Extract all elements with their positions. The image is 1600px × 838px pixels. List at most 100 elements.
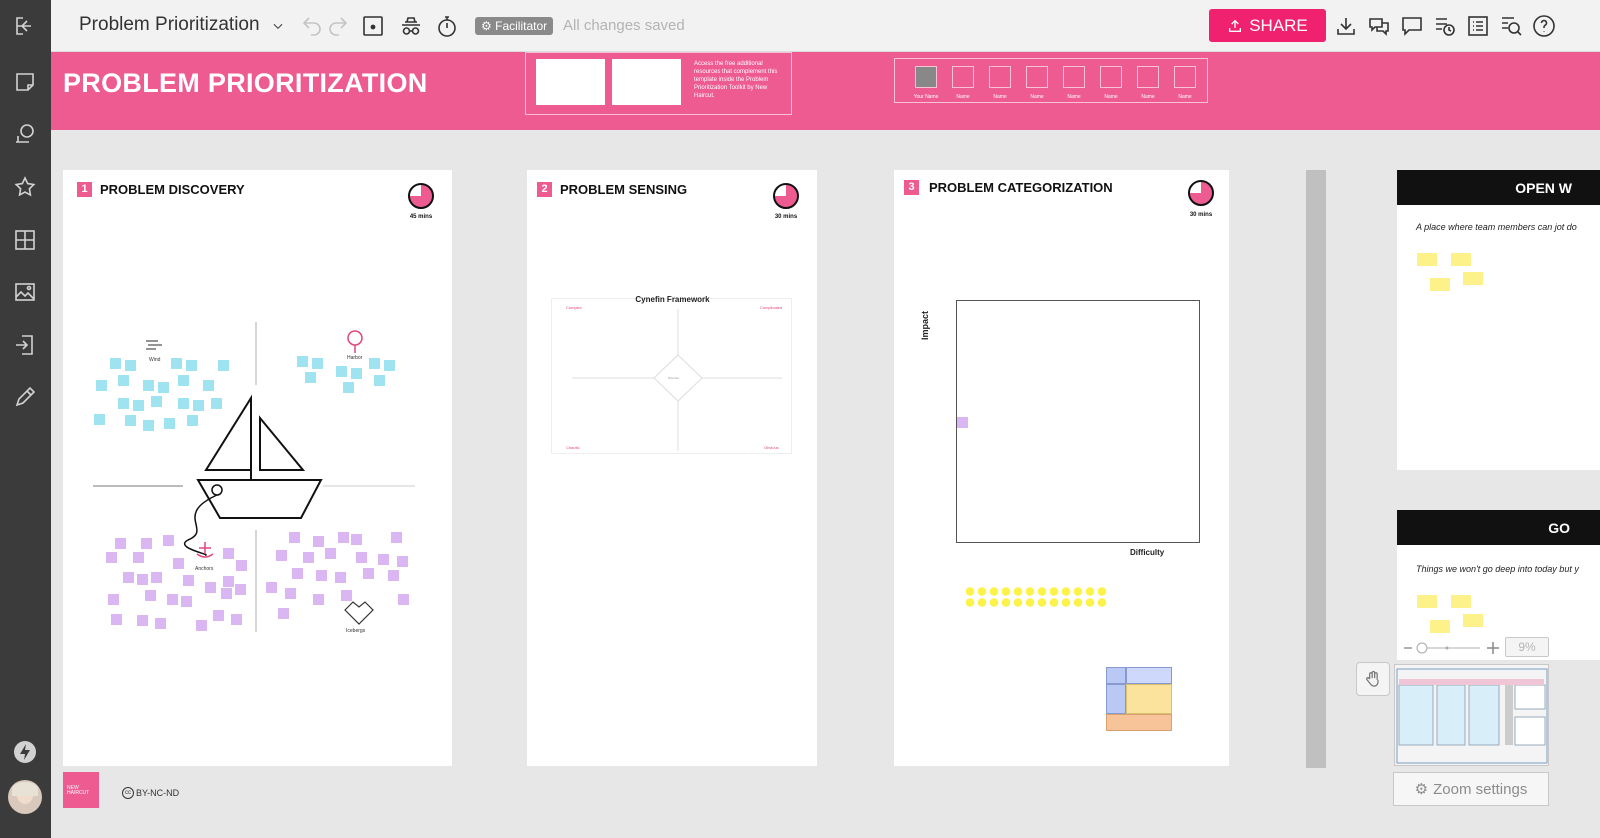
sticky-note[interactable] — [297, 356, 308, 367]
sticky-note[interactable] — [143, 420, 154, 431]
sticky-note[interactable] — [1451, 253, 1471, 266]
chevron-down-icon[interactable] — [264, 12, 292, 40]
sticky-note[interactable] — [369, 358, 380, 369]
sticky-note[interactable] — [336, 366, 347, 377]
timer-icon[interactable] — [433, 12, 461, 40]
sticky-note[interactable] — [312, 358, 323, 369]
presentation-icon[interactable] — [359, 12, 387, 40]
sticky-note[interactable] — [363, 568, 374, 579]
share-button[interactable]: SHARE — [1209, 9, 1326, 42]
brand-logo[interactable]: NEW HAIRCUT — [63, 772, 99, 808]
comments-icon[interactable] — [1365, 12, 1393, 40]
sticky-note[interactable] — [137, 615, 148, 626]
sticky-note[interactable] — [221, 588, 232, 599]
timer-icon[interactable] — [773, 183, 799, 209]
exit-board-icon[interactable] — [11, 12, 39, 40]
sticky-note[interactable] — [196, 620, 207, 631]
hand-tool-button[interactable] — [1356, 662, 1390, 696]
sticky-note[interactable] — [181, 596, 192, 607]
sticky-note[interactable] — [1417, 253, 1437, 266]
sticky-note[interactable] — [213, 610, 224, 621]
sticky-note[interactable] — [343, 382, 354, 393]
sticky-note[interactable] — [163, 535, 174, 546]
sticky-note[interactable] — [378, 554, 389, 565]
sticky-note[interactable] — [1463, 614, 1483, 627]
sticky-note[interactable] — [164, 418, 175, 429]
sticky-note[interactable] — [158, 382, 169, 393]
sticky-note[interactable] — [137, 574, 148, 585]
star-icon[interactable] — [11, 173, 39, 201]
chat-icon[interactable] — [1398, 12, 1426, 40]
sticky-note[interactable] — [223, 576, 234, 587]
sticky-note[interactable] — [111, 614, 122, 625]
image-icon[interactable] — [11, 278, 39, 306]
sticky-note-icon[interactable] — [11, 68, 39, 96]
sticky-note[interactable] — [338, 532, 349, 543]
sticky-note[interactable] — [186, 360, 197, 371]
sticky-note[interactable] — [123, 572, 134, 583]
sticky-note[interactable] — [388, 570, 399, 581]
help-icon[interactable] — [1530, 12, 1558, 40]
panel-problem-categorization[interactable]: 3 PROBLEM CATEGORIZATION 30 mins Impact … — [894, 170, 1229, 766]
sticky-note[interactable] — [957, 417, 968, 428]
grid-icon[interactable] — [11, 226, 39, 254]
sticky-note[interactable] — [151, 572, 162, 583]
sticky-note[interactable] — [335, 572, 346, 583]
sticky-note[interactable] — [391, 532, 402, 543]
sticky-note[interactable] — [193, 400, 204, 411]
import-icon[interactable] — [11, 331, 39, 359]
resources-box[interactable]: Access the free additional resources tha… — [525, 52, 792, 115]
sticky-note[interactable] — [1417, 595, 1437, 608]
zoom-settings-button[interactable]: ⚙ Zoom settings — [1393, 772, 1549, 806]
shapes-icon[interactable] — [11, 120, 39, 148]
sticky-note[interactable] — [276, 550, 287, 561]
sticky-note[interactable] — [125, 415, 136, 426]
sticky-note[interactable] — [211, 398, 222, 409]
sticky-note[interactable] — [205, 582, 216, 593]
sticky-note[interactable] — [1451, 595, 1471, 608]
sticky-note[interactable] — [1430, 620, 1450, 633]
private-mode-icon[interactable] — [397, 12, 425, 40]
sticky-note[interactable] — [341, 590, 352, 601]
sticky-note[interactable] — [223, 548, 234, 559]
sticky-note[interactable] — [110, 358, 121, 369]
pencil-icon[interactable] — [11, 383, 39, 411]
zoom-in-icon[interactable] — [1486, 641, 1500, 655]
sticky-note[interactable] — [203, 380, 214, 391]
sticky-note[interactable] — [351, 368, 362, 379]
panel-problem-sensing[interactable]: 2 PROBLEM SENSING 30 mins Cynefin Framew… — [527, 170, 817, 766]
sticky-note[interactable] — [183, 575, 194, 586]
sticky-note[interactable] — [108, 594, 119, 605]
sticky-note[interactable] — [167, 594, 178, 605]
outline-icon[interactable] — [1464, 12, 1492, 40]
sticky-note[interactable] — [171, 358, 182, 369]
activity-icon[interactable] — [1431, 12, 1459, 40]
sticky-note[interactable] — [218, 360, 229, 371]
vote-dots[interactable] — [964, 586, 1109, 608]
sticky-note[interactable] — [236, 560, 247, 571]
undo-icon[interactable] — [298, 12, 326, 40]
sticky-note[interactable] — [356, 552, 367, 563]
search-icon[interactable] — [1497, 12, 1525, 40]
sticky-note[interactable] — [133, 552, 144, 563]
sticky-note[interactable] — [115, 538, 126, 549]
impact-difficulty-matrix[interactable] — [956, 300, 1200, 543]
sticky-note[interactable] — [235, 584, 246, 595]
sticky-note[interactable] — [313, 594, 324, 605]
download-icon[interactable] — [1332, 12, 1360, 40]
sticky-note[interactable] — [397, 556, 408, 567]
timer-icon[interactable] — [1188, 180, 1214, 206]
panel-problem-discovery[interactable]: 1 PROBLEM DISCOVERY 45 mins Wind Harbor … — [63, 170, 452, 766]
sticky-note[interactable] — [398, 594, 409, 605]
sticky-note[interactable] — [145, 590, 156, 601]
sticky-note[interactable] — [1463, 272, 1483, 285]
sticky-note[interactable] — [94, 414, 105, 425]
sticky-note[interactable] — [133, 400, 144, 411]
sticky-note[interactable] — [173, 558, 184, 569]
user-avatar[interactable] — [8, 780, 42, 814]
sticky-note[interactable] — [178, 375, 189, 386]
sticky-note[interactable] — [285, 588, 296, 599]
sticky-note[interactable] — [106, 552, 117, 563]
sticky-note[interactable] — [178, 398, 189, 409]
sticky-note[interactable] — [278, 608, 289, 619]
